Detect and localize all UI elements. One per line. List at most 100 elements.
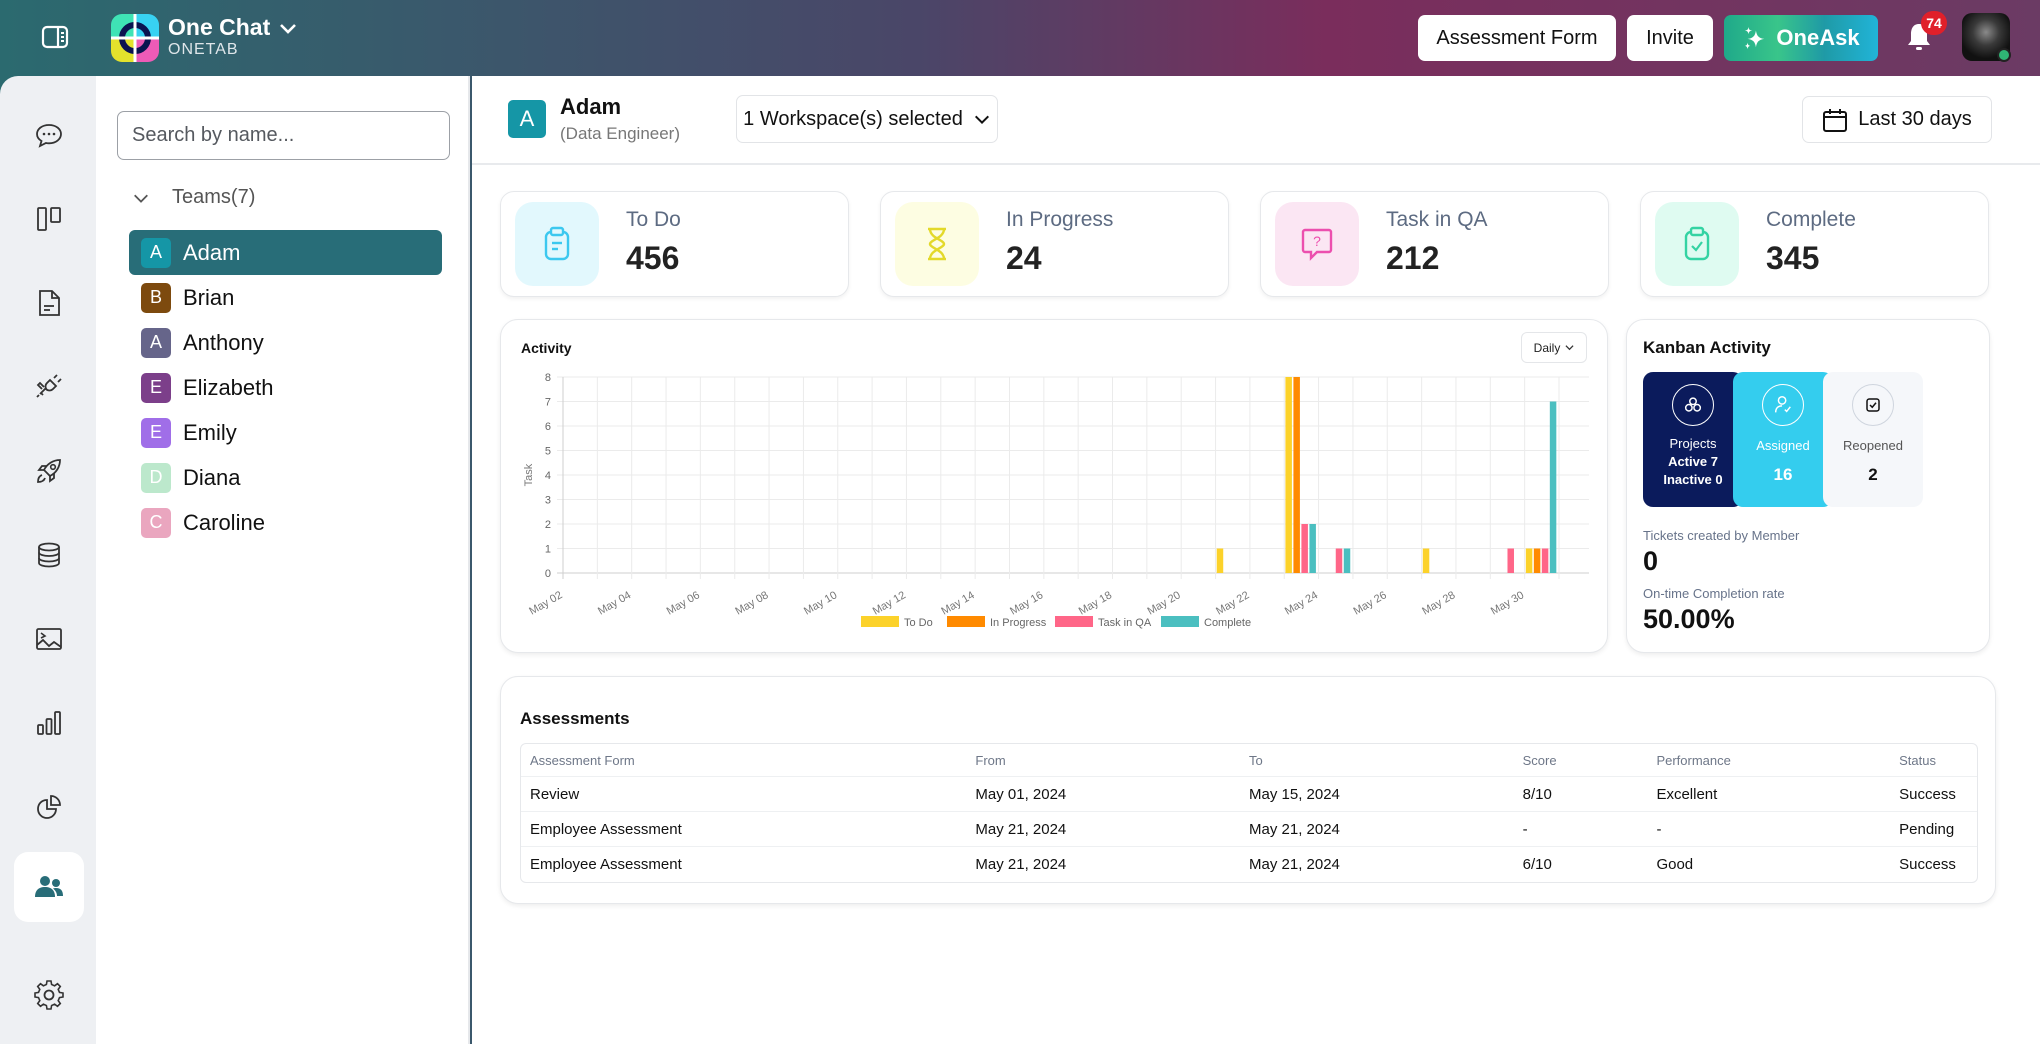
table-row[interactable]: Employee Assessment May 21, 2024 May 21, 2… xyxy=(521,812,1977,847)
rail-item-launch[interactable] xyxy=(14,436,84,506)
app-subtitle: ONETAB xyxy=(168,41,239,58)
nav-rail xyxy=(0,76,96,1044)
rail-item-team[interactable] xyxy=(14,852,84,922)
rail-item-documents[interactable] xyxy=(14,268,84,338)
projects-active: Active 7 xyxy=(1668,454,1718,469)
x-tick-label: May 20 xyxy=(1145,589,1182,617)
stat-label: Task in QA xyxy=(1386,208,1488,231)
table-header-row: Assessment Form From To Score Performance Sta… xyxy=(521,744,1977,777)
svg-text:?: ? xyxy=(1313,233,1321,249)
table-row[interactable]: Review May 01, 2024 May 15, 2024 8/10 Excell… xyxy=(521,777,1977,812)
kanban-title: Kanban Activity xyxy=(1643,338,1771,357)
rail-item-settings[interactable] xyxy=(14,960,84,1030)
x-tick-label: May 02 xyxy=(527,589,564,617)
member-name: Caroline xyxy=(183,509,265,535)
rail-item-integrations[interactable] xyxy=(14,352,84,422)
x-tick-label: May 16 xyxy=(1008,589,1045,617)
table-cell: Good xyxy=(1656,856,1694,873)
rail-item-media[interactable] xyxy=(14,604,84,674)
plug-icon xyxy=(36,374,62,398)
sparkles-icon xyxy=(1745,26,1765,50)
kanban-columns-icon xyxy=(37,207,61,231)
member-name: Elizabeth xyxy=(183,374,274,400)
rail-item-analytics[interactable] xyxy=(14,688,84,758)
member-item[interactable]: E Elizabeth xyxy=(129,365,442,410)
table-cell: - xyxy=(1522,820,1528,838)
bar-complete xyxy=(1343,548,1351,573)
pie-chart-icon xyxy=(37,795,61,819)
table-cell: Success xyxy=(1899,785,1956,803)
legend-swatch xyxy=(947,616,985,627)
app-logo xyxy=(111,14,159,62)
rail-item-kanban[interactable] xyxy=(14,184,84,254)
invite-button[interactable]: Invite xyxy=(1627,15,1713,61)
reopened-value: 2 xyxy=(1868,465,1878,484)
stat-card-task-in-qa: ? Task in QA 212 xyxy=(1260,191,1609,297)
table-cell: Pending xyxy=(1899,820,1955,838)
chevron-down-icon xyxy=(1565,345,1574,351)
stat-label: To Do xyxy=(626,208,681,231)
checkbox-icon xyxy=(1866,398,1880,412)
workspace-select[interactable]: 1 Workspace(s) selected xyxy=(736,95,998,143)
bar-to-do xyxy=(1285,377,1292,573)
clipboard-icon xyxy=(544,226,570,261)
tickets-value: 0 xyxy=(1643,546,1659,576)
stat-label: Complete xyxy=(1766,208,1856,231)
member-name: Anthony xyxy=(183,329,264,355)
member-name: Brian xyxy=(183,284,235,310)
y-tick-label: 6 xyxy=(545,421,551,433)
ontime-value: 50.00% xyxy=(1643,604,1735,634)
legend-swatch xyxy=(861,616,899,627)
member-search-input[interactable] xyxy=(117,111,450,160)
document-icon xyxy=(39,290,60,316)
stat-card-in-progress: In Progress 24 xyxy=(880,191,1229,297)
legend-label: Complete xyxy=(1204,617,1251,629)
rail-item-reports[interactable] xyxy=(14,772,84,842)
member-item[interactable]: C Caroline xyxy=(129,500,442,545)
date-range-value: Last 30 days xyxy=(1858,108,1972,130)
oneask-button[interactable]: OneAsk xyxy=(1724,15,1878,61)
table-row[interactable]: Employee Assessment May 21, 2024 May 21, 2… xyxy=(521,847,1977,882)
table-cell: May 21, 2024 xyxy=(975,856,1067,873)
bar-complete xyxy=(1549,401,1557,573)
rocket-icon xyxy=(37,459,61,483)
bar-in-progress xyxy=(1533,548,1541,573)
member-role: (Data Engineer) xyxy=(560,124,681,143)
period-select[interactable]: Daily xyxy=(1521,332,1587,363)
member-item[interactable]: A Anthony xyxy=(129,320,442,365)
member-item[interactable]: E Emily xyxy=(129,410,442,455)
sidebar-toggle-icon[interactable] xyxy=(40,22,70,52)
assessment-form-button[interactable]: Assessment Form xyxy=(1418,15,1616,61)
assessments-table: Assessment Form From To Score Performance Sta… xyxy=(520,743,1978,883)
x-tick-label: May 10 xyxy=(802,589,839,617)
y-axis-label: Task xyxy=(523,463,535,486)
date-range-picker[interactable]: Last 30 days xyxy=(1802,96,1992,143)
chevron-down-icon xyxy=(280,23,297,34)
assigned-icon-ring xyxy=(1762,384,1804,426)
bar-task-in-qa xyxy=(1541,548,1549,573)
bar-task-in-qa xyxy=(1301,524,1308,573)
member-name: Emily xyxy=(183,419,237,445)
app-switcher[interactable]: One Chat xyxy=(168,14,298,41)
x-tick-label: May 28 xyxy=(1420,589,1457,617)
stat-value: 345 xyxy=(1766,240,1820,276)
image-terminal-icon xyxy=(36,628,62,650)
bar-to-do xyxy=(1525,548,1533,573)
rail-item-database[interactable] xyxy=(14,520,84,590)
bar-to-do xyxy=(1422,548,1430,573)
teams-group-toggle[interactable]: Teams(7) xyxy=(132,186,255,209)
activity-title: Activity xyxy=(521,340,572,356)
table-cell: 6/10 xyxy=(1522,856,1552,873)
reopened-tile[interactable]: Reopened 2 xyxy=(1823,372,1923,507)
member-item[interactable]: A Adam xyxy=(129,230,442,275)
rail-item-chat[interactable] xyxy=(14,100,84,170)
projects-tile[interactable]: Projects Active 7 Inactive 0 xyxy=(1643,372,1743,507)
teams-label: Teams(7) xyxy=(172,186,256,208)
chat-bubble-icon xyxy=(36,124,62,148)
member-name: Adam xyxy=(183,239,241,265)
member-item[interactable]: B Brian xyxy=(129,275,442,320)
assigned-tile[interactable]: Assigned 16 xyxy=(1733,372,1833,507)
member-item[interactable]: D Diana xyxy=(129,455,442,500)
activity-chart: 0 1 2 3 4 5 6 7 8 May 02 May 04 May 06 May 08 May 10 M… xyxy=(523,372,1589,629)
notification-count-badge: 74 xyxy=(1921,11,1947,35)
